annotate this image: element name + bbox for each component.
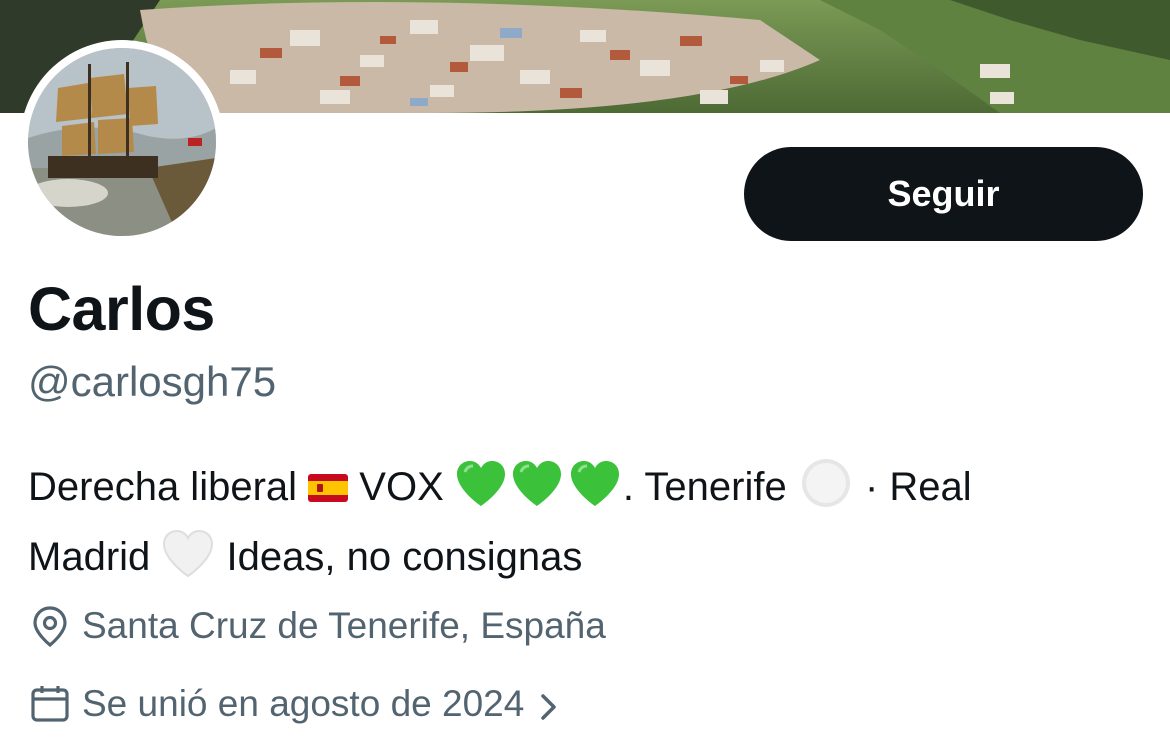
bio-text: · Real [864, 465, 972, 509]
user-handle: @carlosgh75 [28, 358, 277, 405]
joined-text: Se unió en agosto de 2024 [82, 683, 525, 724]
location-text: Santa Cruz de Tenerife, España [82, 605, 606, 646]
profile-joined-date[interactable]: Se unió en agosto de 2024 [28, 682, 560, 726]
green-heart-icon [455, 460, 507, 526]
green-heart-icon [507, 460, 567, 526]
bio-text: . Tenerife [622, 465, 787, 509]
calendar-icon [28, 682, 72, 726]
follow-button[interactable]: Seguir [744, 147, 1143, 241]
profile-bio: Derecha liberal VOX . Tenerife · Real Ma… [28, 456, 1138, 596]
bio-text: Derecha liberal [28, 465, 298, 509]
bio-text: Madrid [28, 535, 151, 579]
green-heart-icon [567, 460, 623, 526]
spain-flag-icon [308, 474, 349, 502]
profile-avatar[interactable] [20, 40, 224, 244]
chevron-right-icon[interactable] [538, 689, 560, 720]
display-name: Carlos [28, 275, 215, 343]
location-pin-icon [28, 604, 72, 648]
white-heart-icon [161, 529, 215, 596]
profile-location: Santa Cruz de Tenerife, España [28, 604, 606, 648]
bio-text: VOX [359, 465, 444, 509]
bio-text: Ideas, no consignas [226, 535, 583, 579]
white-circle-icon [798, 458, 854, 526]
